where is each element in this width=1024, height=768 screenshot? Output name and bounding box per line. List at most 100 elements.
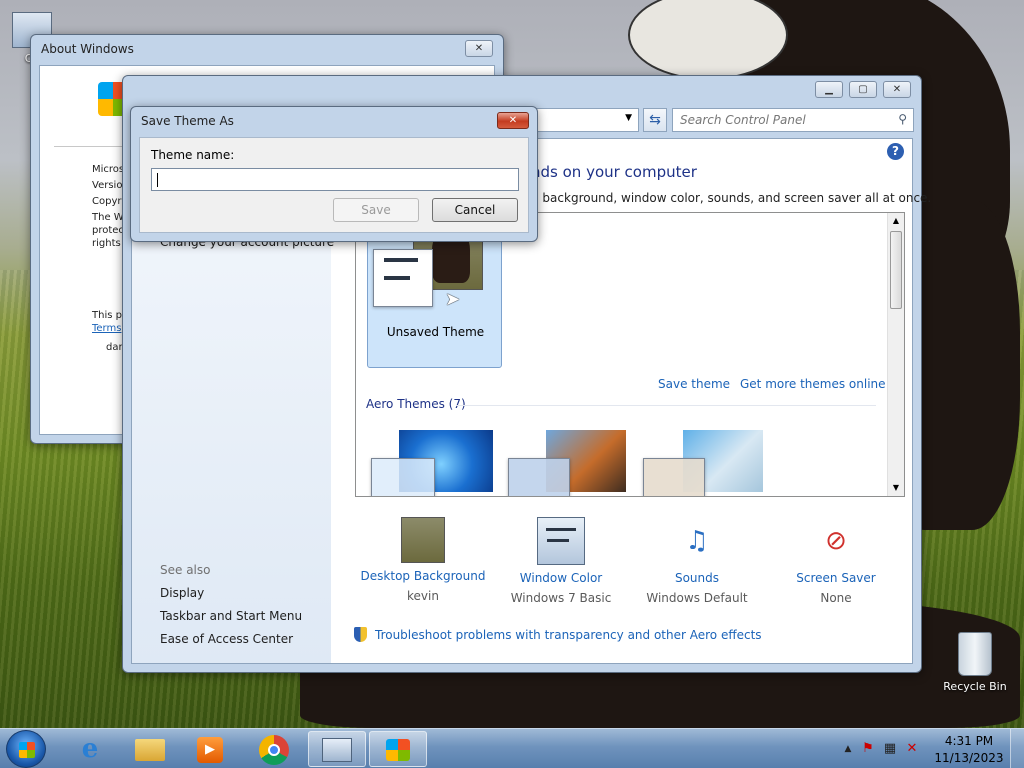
display-link[interactable]: Display: [160, 586, 204, 600]
desktop-background-value: kevin: [407, 589, 439, 603]
screen-saver-item[interactable]: ⊘ Screen Saver None: [766, 517, 906, 605]
close-button[interactable]: ✕: [883, 81, 911, 98]
sounds-label: Sounds: [674, 571, 720, 585]
window-preview: [643, 458, 705, 496]
save-dialog-title-bar[interactable]: Save Theme As: [131, 107, 537, 135]
minimize-button[interactable]: ▁: [815, 81, 843, 98]
taskbar: e ▶ ▲ ⚑ ▦ ✕ 4:31 PM 11/13/2023: [0, 728, 1024, 768]
window-color-icon: [537, 517, 585, 565]
windows-logo-icon: [19, 742, 35, 758]
windows-logo-icon: [386, 739, 410, 761]
theme-list: ➤ Unsaved Theme Save theme Get more them…: [355, 212, 905, 497]
theme-list-scrollbar[interactable]: ▲ ▼: [887, 213, 904, 496]
chrome-icon: [259, 735, 289, 765]
refresh-icon: ⇆: [649, 112, 661, 128]
sounds-value: Windows Default: [646, 591, 748, 605]
taskbar-control-panel[interactable]: [308, 731, 366, 767]
folder-icon: [135, 739, 165, 761]
about-line: Copyri: [92, 196, 125, 207]
about-close-button[interactable]: ✕: [465, 40, 493, 57]
window-color-item[interactable]: Window Color Windows 7 Basic: [491, 517, 631, 605]
unsaved-theme-label: Unsaved Theme: [386, 325, 485, 339]
taskbar-about-windows[interactable]: [369, 731, 427, 767]
group-divider: [456, 405, 876, 406]
clock-time: 4:31 PM: [944, 734, 994, 748]
window-color-value: Windows 7 Basic: [510, 591, 612, 605]
about-terms-link[interactable]: Terms: [92, 323, 121, 334]
show-desktop-button[interactable]: [1010, 729, 1024, 768]
taskbar-internet-explorer[interactable]: e: [61, 731, 119, 767]
volume-muted-icon[interactable]: ✕: [904, 741, 920, 757]
sounds-item[interactable]: ♫ Sounds Windows Default: [627, 517, 767, 605]
window-color-bar: [547, 539, 569, 542]
about-title-bar[interactable]: About Windows: [31, 35, 503, 63]
save-dialog-title: Save Theme As: [141, 114, 234, 128]
media-player-icon: ▶: [197, 737, 223, 763]
save-theme-link[interactable]: Save theme: [658, 377, 730, 391]
aero-themes-group: Aero Themes (7): [366, 397, 466, 411]
system-tray: ▲ ⚑ ▦ ✕ 4:31 PM 11/13/2023: [834, 729, 1024, 768]
save-theme-dialog: Save Theme As ✕ Theme name: Save Cancel: [130, 106, 538, 242]
chrome-icon-center: [268, 744, 280, 756]
theme-name-input[interactable]: [151, 168, 519, 191]
taskbar-clock[interactable]: 4:31 PM 11/13/2023: [934, 733, 1004, 767]
start-button[interactable]: [6, 730, 46, 768]
about-line: protec: [92, 225, 124, 236]
preview-bar: [384, 276, 410, 280]
taskbar-start-menu-link[interactable]: Taskbar and Start Menu: [160, 609, 302, 623]
preview-bar: [384, 258, 418, 262]
internet-explorer-icon: e: [81, 734, 99, 764]
window-preview: [508, 458, 570, 496]
theme-tile-architecture[interactable]: [506, 430, 626, 496]
search-icon[interactable]: ⚲: [898, 112, 907, 126]
taskbar-windows-explorer[interactable]: [121, 731, 179, 767]
chevron-down-icon[interactable]: ▼: [625, 113, 632, 123]
about-line: rights: [92, 238, 121, 249]
cursor-icon: ➤: [445, 289, 461, 310]
get-more-themes-link[interactable]: Get more themes online: [740, 377, 886, 391]
desktop-background-item[interactable]: Desktop Background kevin: [353, 517, 493, 603]
recycle-bin-icon: [958, 632, 992, 676]
taskbar-chrome[interactable]: [245, 731, 303, 767]
scroll-down-icon[interactable]: ▼: [888, 480, 904, 496]
text-caret: [157, 172, 158, 187]
search-input[interactable]: Search Control Panel ⚲: [672, 108, 914, 132]
about-line: This pr: [92, 310, 127, 321]
window-color-label: Window Color: [519, 571, 603, 585]
theme-name-label: Theme name:: [151, 148, 235, 162]
about-line: dar: [106, 342, 123, 353]
window-preview: [373, 249, 433, 307]
page-heading: nds on your computer: [531, 163, 697, 181]
screen-saver-icon: ⊘: [825, 526, 847, 556]
ease-of-access-link[interactable]: Ease of Access Center: [160, 632, 293, 646]
window-preview: [371, 458, 435, 496]
desktop-icon-recycle-bin[interactable]: Recycle Bin: [938, 632, 1012, 693]
cancel-button[interactable]: Cancel: [432, 198, 518, 222]
screen-saver-label: Screen Saver: [796, 571, 876, 585]
control-panel-icon: [322, 738, 352, 762]
help-icon[interactable]: ?: [887, 143, 904, 160]
troubleshoot-link[interactable]: Troubleshoot problems with transparency …: [375, 628, 762, 642]
page-subheading: p background, window color, sounds, and …: [531, 191, 932, 205]
maximize-button[interactable]: ▢: [849, 81, 877, 98]
scroll-thumb[interactable]: [890, 231, 902, 309]
theme-tile-characters[interactable]: [643, 430, 763, 496]
about-line: Versio: [92, 180, 123, 191]
network-icon[interactable]: ▦: [882, 741, 898, 757]
scroll-up-icon[interactable]: ▲: [888, 213, 904, 229]
window-color-bar: [546, 528, 576, 531]
screen-saver-value: None: [820, 591, 852, 605]
about-line: The W: [92, 212, 124, 223]
desktop-icon-label: Recycle Bin: [943, 680, 1007, 693]
action-center-icon[interactable]: ⚑: [860, 741, 876, 757]
about-title: About Windows: [41, 42, 134, 56]
show-hidden-icons-icon[interactable]: ▲: [840, 741, 856, 757]
see-also-heading: See also: [160, 563, 211, 577]
desktop-background-icon: [401, 517, 445, 563]
theme-tile-windows7[interactable]: [371, 430, 493, 496]
refresh-button[interactable]: ⇆: [643, 108, 667, 132]
dialog-close-button[interactable]: ✕: [497, 112, 529, 129]
save-dialog-client: Theme name: Save Cancel: [139, 137, 529, 233]
taskbar-media-player[interactable]: ▶: [181, 731, 239, 767]
save-button[interactable]: Save: [333, 198, 419, 222]
